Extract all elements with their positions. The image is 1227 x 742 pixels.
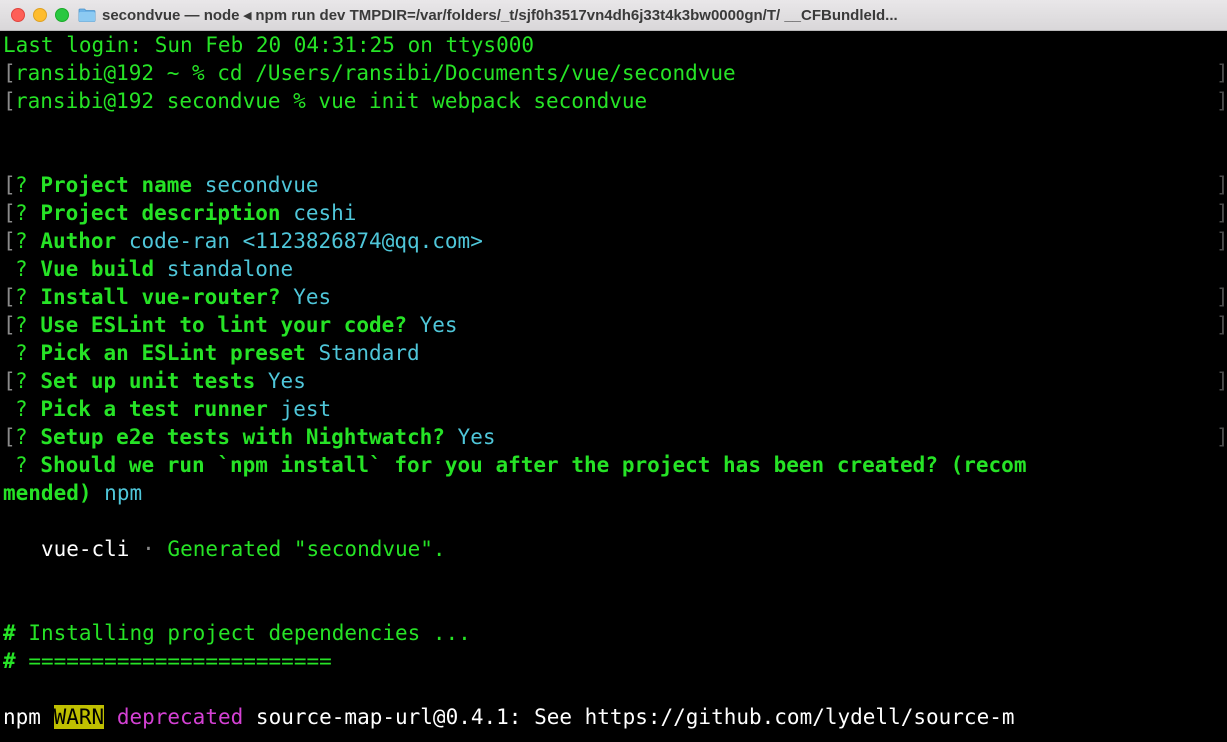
terminal-output[interactable]: Last login: Sun Feb 20 04:31:25 on ttys0…	[0, 31, 1227, 742]
question-label: Should we run `npm install` for you afte…	[40, 453, 1027, 477]
question-answer: jest	[280, 397, 332, 421]
question-line: ? Pick an ESLint preset Standard	[3, 339, 420, 367]
question-answer: standalone	[166, 257, 294, 281]
question-mark: ?	[15, 369, 28, 393]
prompt-mark-end: ]	[1216, 423, 1227, 451]
command-vue-init: ransibi@192 secondvue % vue init webpack…	[15, 89, 648, 113]
question-mark: ?	[15, 285, 28, 309]
vue-cli-separator: ·	[142, 537, 155, 561]
installing-message: Installing project dependencies ...	[28, 621, 471, 645]
question-line: ? Setup e2e tests with Nightwatch? Yes	[3, 423, 495, 451]
hash-mark: #	[3, 621, 16, 645]
prompt-mark-end: ]	[1216, 87, 1227, 115]
question-mark: ?	[15, 173, 28, 197]
prompt-mark-end: ]	[1216, 311, 1227, 339]
question-mark: ?	[15, 201, 28, 225]
question-mark: ?	[15, 425, 28, 449]
terminal-window: secondvue — node ◂ npm run dev TMPDIR=/v…	[0, 0, 1227, 742]
npm-warn-line: npm WARN deprecated source-map-url@0.4.1…	[3, 703, 1015, 731]
question-mark: ?	[15, 453, 28, 477]
question-label: Pick an ESLint preset	[40, 341, 306, 365]
question-line: ? Author code-ran <1123826874@qq.com>	[3, 227, 483, 255]
question-mark: ?	[15, 229, 28, 253]
separator: ========================	[28, 649, 332, 673]
separator-line: # ========================	[3, 647, 332, 675]
title-bar[interactable]: secondvue — node ◂ npm run dev TMPDIR=/v…	[0, 0, 1227, 31]
question-answer: Yes	[457, 425, 496, 449]
question-mark: ?	[15, 313, 28, 337]
question-label: Vue build	[40, 257, 155, 281]
prompt-mark-end: ]	[1216, 59, 1227, 87]
command-cd: ransibi@192 ~ % cd /Users/ransibi/Docume…	[15, 61, 736, 85]
question-label: Project name	[40, 173, 193, 197]
question-line: ? Vue build standalone	[3, 255, 293, 283]
prompt-mark-end: ]	[1216, 171, 1227, 199]
question-answer: ceshi	[293, 201, 357, 225]
question-mark: ?	[15, 341, 28, 365]
question-label: Author	[40, 229, 117, 253]
question-label: mended)	[3, 481, 92, 505]
question-answer: code-ran <1123826874@qq.com>	[128, 229, 483, 253]
question-mark: ?	[15, 397, 28, 421]
question-mark: ?	[15, 257, 28, 281]
question-line: ? Project name secondvue	[3, 171, 318, 199]
question-answer: npm	[104, 481, 143, 505]
window-title: secondvue — node ◂ npm run dev TMPDIR=/v…	[102, 7, 898, 24]
last-login-line: Last login: Sun Feb 20 04:31:25 on ttys0…	[3, 33, 535, 57]
question-line: ? Set up unit tests Yes	[3, 367, 306, 395]
npm-label: npm	[3, 705, 41, 729]
deprecated-label: deprecated	[116, 705, 244, 729]
question-line: ? Pick a test runner jest	[3, 395, 331, 423]
generated-message: Generated "secondvue".	[167, 537, 446, 561]
question-label: Project description	[40, 201, 281, 225]
installing-line: # Installing project dependencies ...	[3, 619, 471, 647]
warn-message: source-map-url@0.4.1: See https://github…	[255, 705, 1015, 729]
question-line: ? Install vue-router? Yes	[3, 283, 331, 311]
vue-cli-generated-line: vue-cli · Generated "secondvue".	[3, 535, 446, 563]
question-label: Set up unit tests	[40, 369, 256, 393]
question-line: ? Should we run `npm install` for you af…	[3, 451, 1026, 479]
question-label: Use ESLint to lint your code?	[40, 313, 407, 337]
question-answer: Standard	[318, 341, 420, 365]
prompt-mark-end: ]	[1216, 199, 1227, 227]
question-line: ? Use ESLint to lint your code? Yes	[3, 311, 458, 339]
prompt-mark-end: ]	[1216, 227, 1227, 255]
question-answer: Yes	[267, 369, 306, 393]
question-line-wrap: mended) npm	[3, 479, 142, 507]
prompt-mark-end: ]	[1216, 367, 1227, 395]
vue-cli-label: vue-cli	[40, 537, 130, 561]
question-line: ? Project description ceshi	[3, 199, 356, 227]
question-answer: Yes	[293, 285, 332, 309]
question-label: Install vue-router?	[40, 285, 281, 309]
hash-mark: #	[3, 649, 16, 673]
question-label: Setup e2e tests with Nightwatch?	[40, 425, 445, 449]
question-answer: secondvue	[204, 173, 319, 197]
minimize-button[interactable]	[33, 8, 47, 22]
question-answer: Yes	[419, 313, 458, 337]
maximize-button[interactable]	[55, 8, 69, 22]
question-label: Pick a test runner	[40, 397, 268, 421]
close-button[interactable]	[11, 8, 25, 22]
folder-icon	[78, 8, 96, 22]
warn-badge: WARN	[53, 705, 105, 729]
prompt-mark-end: ]	[1216, 283, 1227, 311]
